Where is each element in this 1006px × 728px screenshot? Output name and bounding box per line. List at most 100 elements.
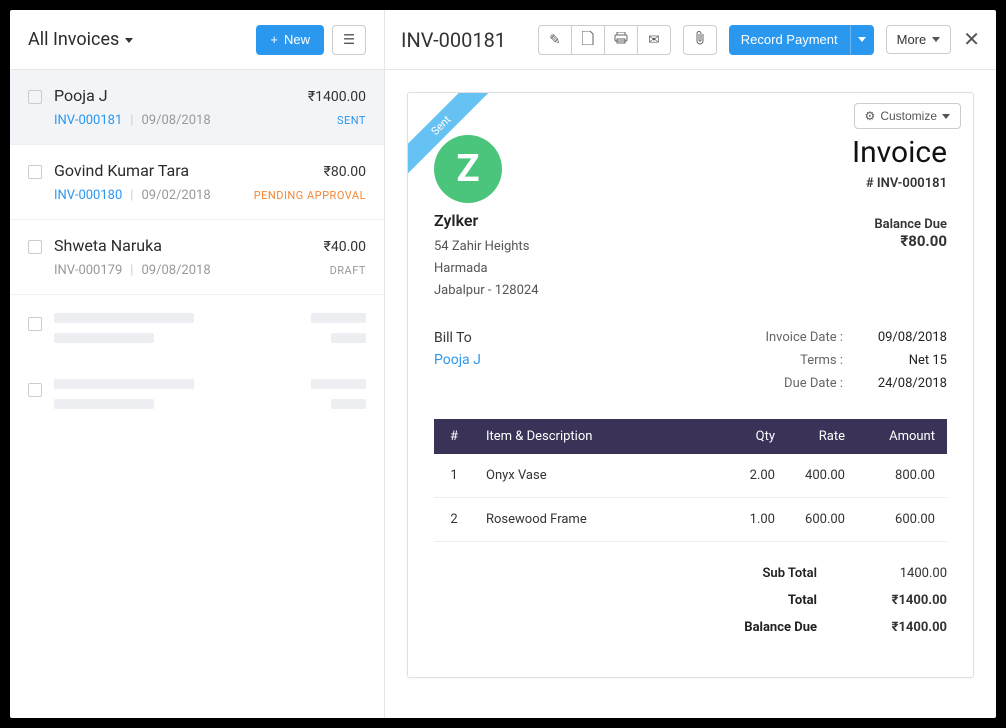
new-button-label: New: [284, 32, 310, 47]
list-title: All Invoices: [28, 29, 119, 50]
total-row: Balance Due ₹1400.00: [434, 620, 947, 635]
status-ribbon: Sent: [408, 93, 498, 183]
printer-icon: [614, 32, 628, 47]
row-amount: ₹1400.00: [308, 89, 366, 105]
item-qty: 2.00: [727, 454, 787, 498]
new-invoice-button[interactable]: + New: [256, 25, 324, 55]
total-value: ₹1400.00: [857, 620, 947, 635]
doc-header-right: Invoice # INV-000181 Balance Due ₹80.00: [852, 135, 947, 302]
row-amount: ₹40.00: [324, 239, 366, 255]
total-value: 1400.00: [857, 566, 947, 581]
invoice-meta-table: Invoice Date :09/08/2018Terms :Net 15Due…: [753, 330, 947, 399]
row-status: DRAFT: [330, 264, 366, 277]
col-qty: Qty: [727, 419, 787, 454]
company-addr-3: Jabalpur - 128024: [434, 280, 539, 302]
row-number: INV-000179: [54, 263, 122, 278]
row-date: 09/02/2018: [141, 188, 210, 203]
gear-icon: ⚙: [865, 109, 876, 123]
invoice-number: # INV-000181: [852, 176, 947, 191]
item-idx: 2: [434, 498, 474, 542]
email-button[interactable]: ✉: [637, 25, 671, 55]
row-amount: ₹80.00: [324, 164, 366, 180]
invoice-heading: Invoice: [852, 135, 947, 170]
more-label: More: [897, 32, 927, 47]
meta-row: Invoice Date : 09/08/2018: [753, 330, 947, 345]
company-addr-2: Harmada: [434, 258, 539, 280]
col-amount: Amount: [857, 419, 947, 454]
company-addr-1: 54 Zahir Heights: [434, 236, 539, 258]
attachment-icon: [695, 31, 705, 48]
item-amount: 600.00: [857, 498, 947, 542]
col-description: Item & Description: [474, 419, 727, 454]
company-name: Zylker: [434, 211, 539, 230]
total-label: Balance Due: [717, 620, 817, 635]
chevron-down-icon: [942, 114, 950, 119]
row-status: SENT: [337, 114, 366, 127]
row-number: INV-000180: [54, 188, 122, 203]
item-rate: 600.00: [787, 498, 857, 542]
row-date: 09/08/2018: [141, 113, 210, 128]
hamburger-icon: ☰: [343, 32, 355, 48]
record-payment-button[interactable]: Record Payment: [729, 25, 850, 55]
balance-due-label: Balance Due: [852, 217, 947, 232]
item-rate: 400.00: [787, 454, 857, 498]
detail-header: INV-000181 ✎ ✉ Record Payment More: [385, 10, 996, 70]
pencil-icon: ✎: [549, 32, 560, 48]
close-icon: ✕: [963, 29, 980, 51]
item-desc: Rosewood Frame: [474, 498, 727, 542]
invoice-document: Sent ⚙ Customize Z Zylker 54 Zahir Heigh…: [407, 92, 974, 678]
row-customer: Govind Kumar Tara: [54, 161, 189, 180]
meta-key: Due Date :: [753, 376, 843, 391]
row-status: PENDING APPROVAL: [254, 189, 366, 202]
ribbon-label: Sent: [408, 93, 494, 179]
chevron-down-icon: [858, 37, 866, 42]
row-checkbox[interactable]: [28, 165, 42, 179]
close-detail-button[interactable]: ✕: [963, 27, 980, 52]
plus-icon: +: [270, 32, 278, 47]
pdf-button[interactable]: [571, 25, 605, 55]
invoice-detail-body: Sent ⚙ Customize Z Zylker 54 Zahir Heigh…: [385, 70, 996, 718]
attach-button[interactable]: [683, 25, 717, 55]
bill-to-name[interactable]: Pooja J: [434, 352, 481, 368]
invoice-row[interactable]: Govind Kumar Tara ₹80.00 INV-000180 | 09…: [10, 145, 384, 220]
meta-val: 09/08/2018: [867, 330, 947, 345]
edit-button[interactable]: ✎: [538, 25, 572, 55]
chevron-down-icon: [125, 38, 133, 43]
item-desc: Onyx Vase: [474, 454, 727, 498]
customize-button[interactable]: ⚙ Customize: [854, 103, 961, 129]
more-button[interactable]: More: [886, 25, 952, 54]
invoice-row[interactable]: Pooja J ₹1400.00 INV-000181 | 09/08/2018…: [10, 70, 384, 145]
invoice-list: Pooja J ₹1400.00 INV-000181 | 09/08/2018…: [10, 70, 384, 718]
total-row: Sub Total 1400.00: [434, 566, 947, 581]
row-checkbox: [28, 383, 42, 397]
record-payment-dropdown[interactable]: [850, 25, 874, 55]
item-qty: 1.00: [727, 498, 787, 542]
meta-key: Invoice Date :: [753, 330, 843, 345]
meta-val: 24/08/2018: [867, 376, 947, 391]
row-checkbox[interactable]: [28, 240, 42, 254]
meta-val: Net 15: [867, 353, 947, 368]
list-menu-button[interactable]: ☰: [332, 25, 366, 55]
meta-row: Due Date : 24/08/2018: [753, 376, 947, 391]
totals-block: Sub Total 1400.00 Total₹1400.00 Balance Due…: [434, 566, 947, 635]
total-value: ₹1400.00: [857, 593, 947, 608]
row-customer: Shweta Naruka: [54, 236, 162, 255]
total-label: Sub Total: [717, 566, 817, 581]
row-customer: Pooja J: [54, 86, 108, 105]
record-payment-label: Record Payment: [741, 32, 838, 47]
print-button[interactable]: [604, 25, 638, 55]
line-items-table: # Item & Description Qty Rate Amount 1 O…: [434, 419, 947, 542]
col-index: #: [434, 419, 474, 454]
mail-icon: ✉: [648, 32, 659, 48]
col-rate: Rate: [787, 419, 857, 454]
row-checkbox[interactable]: [28, 90, 42, 104]
invoice-detail-pane: INV-000181 ✎ ✉ Record Payment More: [385, 10, 996, 718]
total-row: Total₹1400.00: [434, 593, 947, 608]
list-filter-dropdown[interactable]: All Invoices: [28, 29, 133, 50]
row-number: INV-000181: [54, 113, 122, 128]
chevron-down-icon: [932, 37, 940, 42]
meta-section: Bill To Pooja J Invoice Date : 09/08/2018…: [434, 330, 947, 399]
invoice-row[interactable]: Shweta Naruka ₹40.00 INV-000179 | 09/08/…: [10, 220, 384, 295]
doc-header: Z Zylker 54 Zahir Heights Harmada Jabalp…: [434, 135, 947, 302]
bill-to-block: Bill To Pooja J: [434, 330, 481, 399]
